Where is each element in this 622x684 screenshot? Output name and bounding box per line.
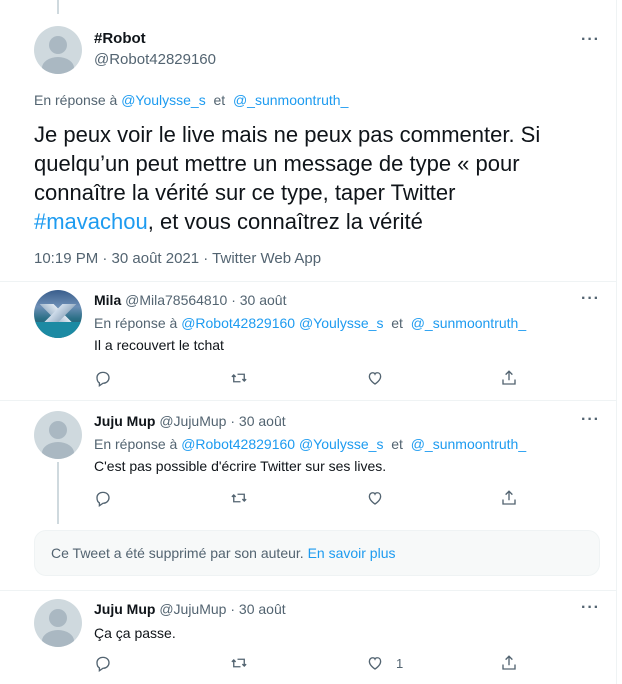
reply-header: Juju Mup @JujuMup · 30 août <box>94 413 286 429</box>
mention-link[interactable]: @Robot42829160 <box>181 436 295 452</box>
reply-prefix: En réponse à <box>34 92 118 108</box>
reply-header: Juju Mup @JujuMup · 30 août <box>94 601 286 617</box>
tweet-text-part: , et vous connaîtrez la vérité <box>147 209 423 234</box>
divider <box>0 400 616 401</box>
avatar[interactable] <box>34 599 82 647</box>
timeline-border <box>616 0 617 684</box>
reply-icon[interactable] <box>94 368 112 388</box>
author-name[interactable]: Juju Mup <box>94 601 155 617</box>
reply-prefix: En réponse à <box>94 436 178 452</box>
action-bar <box>94 488 524 508</box>
mention-link[interactable]: @_sunmoontruth_ <box>411 436 526 452</box>
share-icon[interactable] <box>500 488 518 508</box>
deleted-notice-text: Ce Tweet a été supprimé par son auteur. <box>51 545 304 561</box>
tweet-text: C'est pas possible d'écrire Twitter sur … <box>94 458 387 474</box>
mention-link[interactable]: @Youlysse_s <box>299 436 384 452</box>
divider <box>0 590 616 591</box>
author-name[interactable]: Juju Mup <box>94 413 155 429</box>
thread-connector <box>57 0 59 14</box>
learn-more-link[interactable]: En savoir plus <box>308 545 396 561</box>
like-icon[interactable] <box>366 368 396 388</box>
avatar[interactable] <box>34 290 82 338</box>
retweet-icon[interactable] <box>230 488 248 508</box>
more-icon[interactable]: ··· <box>581 599 600 617</box>
tweet-text: Il a recouvert le tchat <box>94 337 224 353</box>
mention-link[interactable]: @Youlysse_s <box>299 315 384 331</box>
share-icon[interactable] <box>500 368 518 388</box>
author-name[interactable]: #Robot <box>94 30 146 47</box>
tweet-date[interactable]: 30 août <box>239 601 286 617</box>
like-icon[interactable] <box>366 488 396 508</box>
action-bar: 1 <box>94 653 524 673</box>
separator-dot: · <box>230 601 236 617</box>
more-icon[interactable]: ··· <box>581 31 600 49</box>
tweet-text: Je peux voir le live mais ne peux pas co… <box>34 120 574 236</box>
avatar[interactable] <box>34 411 82 459</box>
mention-link[interactable]: @Youlysse_s <box>121 92 206 108</box>
tweet-date[interactable]: 30 août <box>239 413 286 429</box>
retweet-icon[interactable] <box>230 653 248 673</box>
mention-link[interactable]: @_sunmoontruth_ <box>233 92 348 108</box>
retweet-icon[interactable] <box>230 368 248 388</box>
reply-and: et <box>213 92 226 108</box>
author-handle[interactable]: @Mila78564810 <box>125 292 227 308</box>
reply-and: et <box>391 436 403 452</box>
reply-icon[interactable] <box>94 488 112 508</box>
tweet-date[interactable]: 30 août <box>240 292 287 308</box>
author-handle[interactable]: @JujuMup <box>159 601 226 617</box>
reply-context: En réponse à @Youlysse_s et @_sunmoontru… <box>34 92 348 108</box>
reply-header: Mila @Mila78564810 · 30 août <box>94 292 286 308</box>
more-icon[interactable]: ··· <box>581 290 600 308</box>
separator-dot: · <box>230 413 236 429</box>
avatar[interactable] <box>34 26 82 74</box>
like-count: 1 <box>396 655 404 671</box>
reply-prefix: En réponse à <box>94 315 178 331</box>
tweet-text: Ça ça passe. <box>94 625 176 641</box>
share-icon[interactable] <box>500 653 518 673</box>
separator-dot: · <box>231 292 236 308</box>
author-handle[interactable]: @JujuMup <box>159 413 226 429</box>
more-icon[interactable]: ··· <box>581 411 600 429</box>
reply-context: En réponse à @Robot42829160 @Youlysse_s … <box>94 315 526 331</box>
tweet-text-part: Je peux voir le live mais ne peux pas co… <box>34 122 541 205</box>
reply-icon[interactable] <box>94 653 112 673</box>
hashtag-link[interactable]: #mavachou <box>34 209 148 234</box>
deleted-tweet-notice: Ce Tweet a été supprimé par son auteur. … <box>34 530 600 576</box>
reply-context: En réponse à @Robot42829160 @Youlysse_s … <box>94 436 526 452</box>
thread-connector <box>57 462 59 524</box>
tweet-timestamp[interactable]: 10:19 PM · 30 août 2021 · Twitter Web Ap… <box>34 250 321 267</box>
author-handle[interactable]: @Robot42829160 <box>94 51 216 68</box>
divider <box>0 281 616 282</box>
mention-link[interactable]: @_sunmoontruth_ <box>411 315 526 331</box>
action-bar <box>94 368 524 388</box>
author-name[interactable]: Mila <box>94 292 121 308</box>
mention-link[interactable]: @Robot42829160 <box>181 315 295 331</box>
reply-and: et <box>391 315 403 331</box>
like-icon[interactable]: 1 <box>366 653 403 673</box>
